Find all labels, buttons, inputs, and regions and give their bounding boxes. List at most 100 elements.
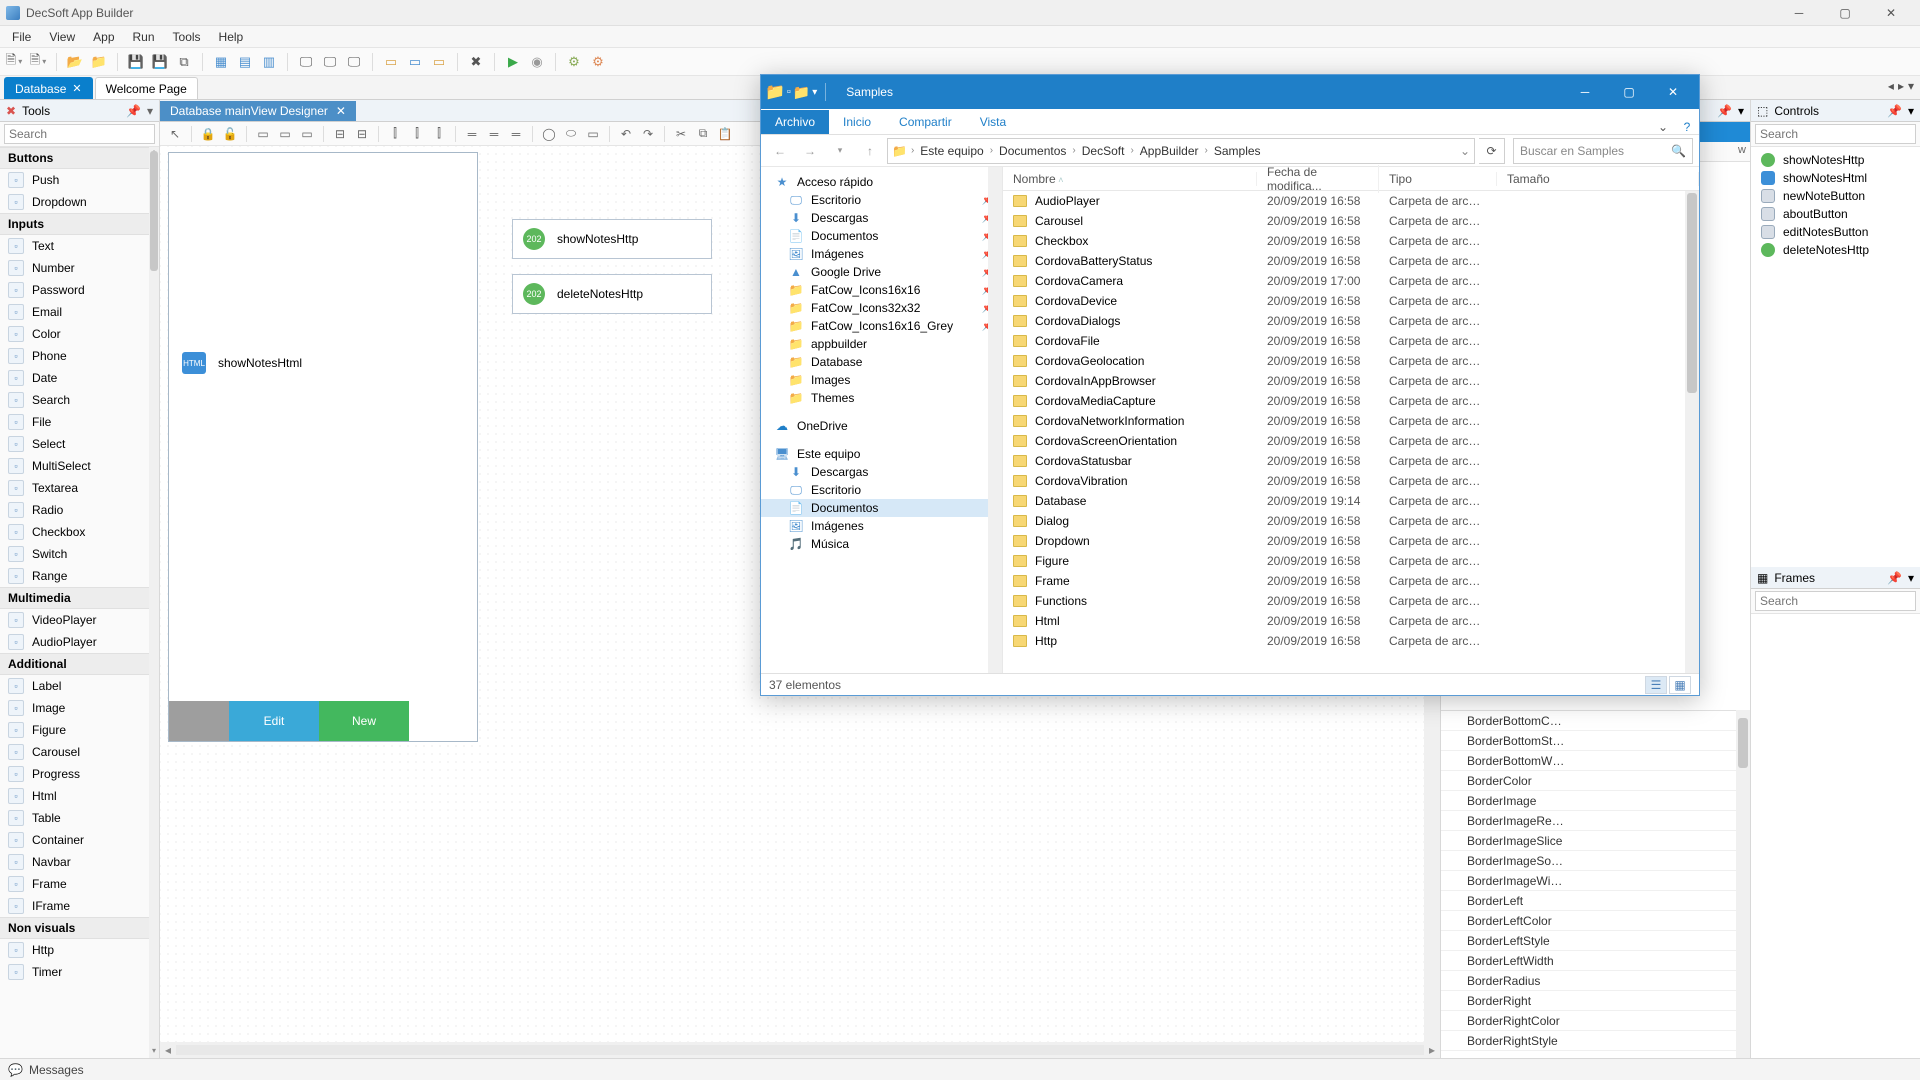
toolbar-window-icon[interactable]: ▭ (381, 52, 401, 72)
property-row[interactable]: BorderRightStyle (1441, 1031, 1736, 1051)
file-row[interactable]: CordovaDialogs20/09/2019 16:58Carpeta de… (1003, 311, 1685, 331)
explorer-search-input[interactable]: Buscar en Samples 🔍 (1513, 138, 1693, 164)
designer-copy-icon[interactable]: ⧉ (694, 125, 712, 143)
file-row[interactable]: CordovaMediaCapture20/09/2019 16:58Carpe… (1003, 391, 1685, 411)
tool-item[interactable]: ▫Timer (0, 961, 149, 983)
designer-cursor-icon[interactable]: ↖ (166, 125, 184, 143)
designer-unlock-icon[interactable]: 🔓 (221, 125, 239, 143)
designer-circle-icon[interactable]: ◯ (540, 125, 558, 143)
tool-item[interactable]: ▫Switch (0, 543, 149, 565)
tool-item[interactable]: ▫Container (0, 829, 149, 851)
nav-pane-scrollbar[interactable] (988, 167, 1002, 673)
tools-category[interactable]: Additional (0, 653, 149, 675)
toolbar-debug1-icon[interactable]: ⚙ (564, 52, 584, 72)
file-row[interactable]: Checkbox20/09/2019 16:58Carpeta de archi… (1003, 231, 1685, 251)
properties-list[interactable]: BorderBottomC…BorderBottomSt…BorderBotto… (1441, 710, 1736, 1058)
tool-item[interactable]: ▫IFrame (0, 895, 149, 917)
menu-tools[interactable]: Tools (165, 28, 209, 46)
designer-hscrollbar[interactable]: ◂▸ (160, 1042, 1440, 1058)
control-item[interactable]: aboutButton (1751, 205, 1920, 223)
controls-search-input[interactable] (1755, 124, 1916, 144)
file-row[interactable]: Http20/09/2019 16:58Carpeta de archivos (1003, 631, 1685, 651)
view-icons-button[interactable]: ▦ (1669, 676, 1691, 694)
property-row[interactable]: BorderImageSo… (1441, 851, 1736, 871)
file-row[interactable]: Html20/09/2019 16:58Carpeta de archivos (1003, 611, 1685, 631)
ribbon-tab-view[interactable]: Vista (966, 110, 1020, 134)
properties-options-icon[interactable]: ▾ (1738, 104, 1744, 118)
property-row[interactable]: BorderRightColor (1441, 1011, 1736, 1031)
property-row[interactable]: BorderImageSlice (1441, 831, 1736, 851)
main-close-button[interactable]: ✕ (1868, 0, 1914, 26)
tabstrip-menu-icon[interactable]: ▾ (1908, 79, 1914, 93)
nav-section[interactable]: ☁OneDrive (761, 417, 1002, 435)
explorer-up-button[interactable]: ↑ (857, 138, 883, 164)
nav-item[interactable]: ▲Google Drive📌 (761, 263, 1002, 281)
toolbar-open-icon[interactable]: 📂 (65, 52, 85, 72)
explorer-qat-drop-icon[interactable]: ▾ (812, 87, 817, 98)
designer-h3-icon[interactable]: ═ (507, 125, 525, 143)
designer-align3-icon[interactable]: ▭ (298, 125, 316, 143)
tool-item[interactable]: ▫Figure (0, 719, 149, 741)
frames-pin-icon[interactable]: 📌 (1887, 571, 1902, 585)
tools-pin-icon[interactable]: 📌 (126, 104, 141, 118)
property-row[interactable]: BorderLeft (1441, 891, 1736, 911)
ribbon-help-icon[interactable]: ? (1675, 120, 1699, 134)
menu-app[interactable]: App (85, 28, 122, 46)
component-showNotesHttp[interactable]: 202 showNotesHttp (512, 219, 712, 259)
tool-item[interactable]: ▫Html (0, 785, 149, 807)
toolbar-stop-icon[interactable]: ◉ (527, 52, 547, 72)
file-row[interactable]: CordovaBatteryStatus20/09/2019 16:58Carp… (1003, 251, 1685, 271)
tool-item[interactable]: ▫Image (0, 697, 149, 719)
file-row[interactable]: Dialog20/09/2019 16:58Carpeta de archivo… (1003, 511, 1685, 531)
tool-item[interactable]: ▫Text (0, 235, 149, 257)
nav-section[interactable]: ★Acceso rápido (761, 173, 1002, 191)
ribbon-collapse-icon[interactable]: ⌄ (1651, 120, 1675, 134)
properties-scrollbar[interactable] (1736, 710, 1750, 1058)
designer-tab[interactable]: Database mainView Designer ✕ (160, 101, 356, 121)
toolbar-saveall-icon[interactable]: 💾 (150, 52, 170, 72)
explorer-history-icon[interactable]: ▾ (827, 138, 853, 164)
nav-item[interactable]: 🎵Música (761, 535, 1002, 553)
tabstrip-prev-icon[interactable]: ◂ (1888, 79, 1894, 93)
property-row[interactable]: BorderRight (1441, 991, 1736, 1011)
menu-file[interactable]: File (4, 28, 39, 46)
tool-item[interactable]: ▫Progress (0, 763, 149, 785)
toolbar-app3-icon[interactable]: 🖵 (344, 52, 364, 72)
toolbar-code-icon[interactable]: ▭ (405, 52, 425, 72)
breadcrumb-dropdown-icon[interactable]: ⌄ (1460, 144, 1470, 158)
property-row[interactable]: BorderImageRe… (1441, 811, 1736, 831)
tool-item[interactable]: ▫Number (0, 257, 149, 279)
tool-item[interactable]: ▫Frame (0, 873, 149, 895)
explorer-close-button[interactable]: ✕ (1651, 75, 1695, 109)
tool-item[interactable]: ▫Carousel (0, 741, 149, 763)
tools-search-input[interactable] (4, 124, 155, 144)
designer-v2-icon[interactable]: ⫿ (408, 125, 426, 143)
file-row[interactable]: CordovaVibration20/09/2019 16:58Carpeta … (1003, 471, 1685, 491)
frames-search-input[interactable] (1755, 591, 1916, 611)
toolbar-app2-icon[interactable]: 🖵 (320, 52, 340, 72)
designer-rect-icon[interactable]: ▭ (584, 125, 602, 143)
tools-category[interactable]: Inputs (0, 213, 149, 235)
crumb-appbuilder[interactable]: AppBuilder (1138, 144, 1201, 158)
nav-item[interactable]: 📁FatCow_Icons32x32📌 (761, 299, 1002, 317)
toolbar-book-icon[interactable]: ▭ (429, 52, 449, 72)
tool-item[interactable]: ▫Color (0, 323, 149, 345)
toolbar-debug2-icon[interactable]: ⚙ (588, 52, 608, 72)
explorer-qat2-icon[interactable]: 📁 (793, 84, 810, 101)
nav-item[interactable]: ⬇Descargas📌 (761, 209, 1002, 227)
view-details-button[interactable]: ☰ (1645, 676, 1667, 694)
control-item[interactable]: deleteNotesHttp (1751, 241, 1920, 259)
toolbar-save-icon[interactable]: 💾 (126, 52, 146, 72)
property-row[interactable]: BorderRadius (1441, 971, 1736, 991)
tool-item[interactable]: ▫Label (0, 675, 149, 697)
toolbar-close-icon[interactable]: 📁 (89, 52, 109, 72)
explorer-titlebar[interactable]: 📁 ▫ 📁 ▾ Samples ─ ▢ ✕ (761, 75, 1699, 109)
designer-tab-close-icon[interactable]: ✕ (336, 104, 346, 118)
toolbar-layout2-icon[interactable]: ▤ (235, 52, 255, 72)
control-item[interactable]: showNotesHttp (1751, 151, 1920, 169)
col-size[interactable]: Tamaño (1497, 172, 1699, 186)
designer-v3-icon[interactable]: ⫿ (430, 125, 448, 143)
nav-item[interactable]: 📄Documentos (761, 499, 1002, 517)
crumb-docs[interactable]: Documentos (997, 144, 1068, 158)
tool-item[interactable]: ▫Email (0, 301, 149, 323)
